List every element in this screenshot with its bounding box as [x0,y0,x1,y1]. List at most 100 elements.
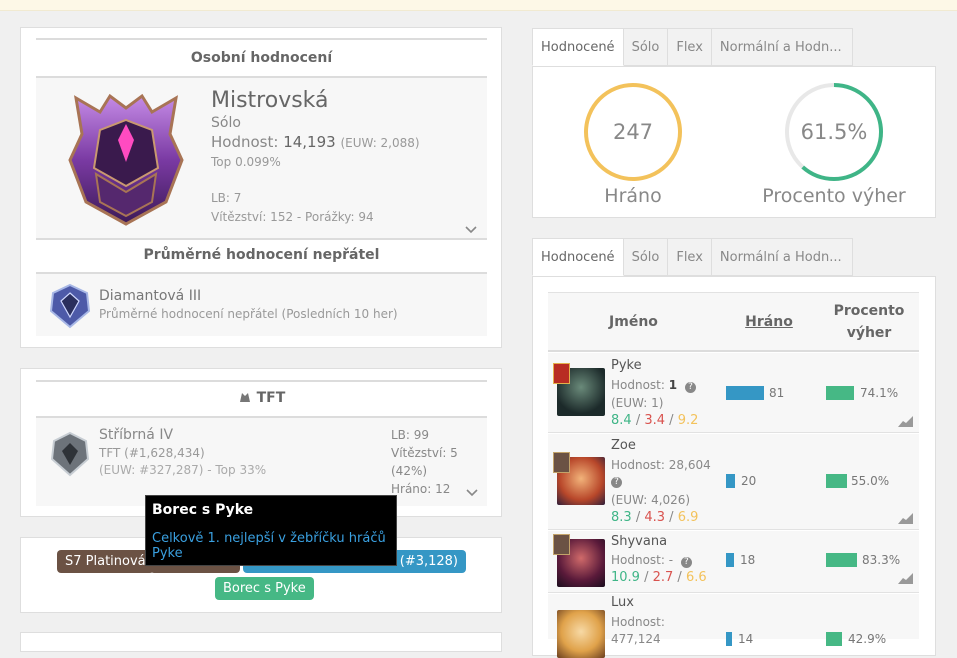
table-row[interactable]: Zoe Hodnost: 28,604 ? (EUW: 4,026) 8.3 /… [548,434,919,530]
champion-kda: 10.9 / 2.7 / 6.6 [611,570,707,585]
tft-title: TFT [36,390,487,406]
graph-icon[interactable] [898,415,913,427]
tft-title-text: TFT [256,390,286,406]
winrate-value: 61.5% [800,120,868,144]
champion-euw: (EUW: 1) [611,396,664,410]
badge-pyke[interactable]: Borec s Pyke [215,577,314,600]
badge-season7[interactable]: S7 Platinová [57,550,154,573]
tft-icon [239,393,250,402]
rank-badge-icon [553,534,570,555]
rank-badge-icon [553,452,570,473]
divider [36,380,487,382]
champion-name[interactable]: Shyvana [611,534,667,549]
col-played-header[interactable]: Hráno [719,314,819,330]
tab-solo[interactable]: Sólo [623,28,669,66]
tft-tier: Stříbrná IV [99,427,174,443]
tft-rank: TFT (#1,628,434) [99,446,205,460]
win-loss: Vítězství: 152 - Porážky: 94 [211,210,374,224]
played-bar [726,553,734,567]
tab-normal[interactable]: Normální a Hodn... [711,28,853,66]
table-row[interactable]: Lux Hodnost: 477,124 14 42.9% [548,594,919,658]
champion-kda: 8.4 / 3.4 / 9.2 [611,413,699,428]
played-count: 18 [740,553,756,567]
played-count: 81 [769,386,785,400]
winrate-bar [826,553,857,567]
col-winrate-header-1[interactable]: Procento [819,303,919,319]
played-bar [726,386,764,400]
notice-bar [0,0,957,11]
tooltip-body: Celkově 1. nejlepší v žebříčku hráčů Pyk… [152,531,386,561]
tier-name: Mistrovská [211,88,329,113]
champion-portrait-lux [557,610,605,658]
champion-name[interactable]: Lux [611,595,634,610]
champion-euw: (EUW: 4,026) [611,493,691,507]
stats-tabs: Hodnocené Sólo Flex Normální a Hodn... [532,28,853,66]
diamond-emblem-icon [49,283,91,329]
winrate-value: 83.3% [862,553,901,567]
opponents-rating-title: Průměrné hodnocení nepřátel [143,247,380,263]
leaderboard-position: LB: 7 [211,191,242,205]
tab-ranked[interactable]: Hodnocené [532,28,624,66]
winrate-bar [826,632,842,646]
tab-flex[interactable]: Flex [668,238,712,276]
tft-wins-pct: (42%) [391,464,428,478]
tab-ranked[interactable]: Hodnocené [532,238,624,276]
tft-euw: (EUW: #327,287) - Top 33% [99,463,267,477]
lp-value: 14,193 [283,133,336,151]
expand-chevron-icon[interactable] [465,225,477,235]
champion-tabs: Hodnocené Sólo Flex Normální a Hodn... [532,238,853,276]
help-icon[interactable]: ? [611,477,622,488]
graph-icon[interactable] [898,572,913,584]
table-row[interactable]: Pyke Hodnost: 1 ? (EUW: 1) 8.4 / 3.4 / 9… [548,353,919,433]
graph-icon[interactable] [898,512,913,524]
top-percent: Top 0.099% [211,155,281,169]
played-bar [726,474,735,488]
champion-kda: 8.3 / 4.3 / 6.9 [611,510,699,525]
opponents-card [36,274,487,336]
tab-normal[interactable]: Normální a Hodn... [711,238,853,276]
winrate-value: 55.0% [851,474,890,488]
winrate-value: 74.1% [860,386,899,400]
tft-lb: LB: 99 [391,428,430,442]
opponents-subtitle: Průměrné hodnocení nepřátel (Posledních … [99,307,398,321]
played-value: 247 [612,120,654,144]
divider [36,38,487,40]
winrate-bar [826,386,854,400]
champion-rank: Hodnost: 1 ? [611,376,696,394]
badge-tooltip: Borec s Pyke Celkově 1. nejlepší v žebří… [145,495,397,566]
champion-rank: Hodnost: 28,604 [611,458,711,472]
opponents-tier: Diamantová III [99,288,202,304]
tft-played: Hráno: 12 [391,482,451,496]
winrate-label: Procento výher [762,185,906,207]
lp-euw: (EUW: 2,088) [340,136,420,150]
played-bar [726,632,732,646]
next-panel [20,632,502,652]
queue-name: Sólo [211,115,241,131]
col-winrate-header-2[interactable]: výher [819,325,919,341]
lp-line: Hodnost: 14,193 (EUW: 2,088) [211,133,420,151]
help-icon[interactable]: ? [684,382,696,393]
master-emblem-icon [68,93,184,226]
lp-label: Hodnost: [211,133,279,151]
winrate-value: 42.9% [848,632,887,646]
played-label: Hráno [604,185,662,207]
divider [36,238,487,240]
champion-rank: Hodnost: - ? [611,551,692,569]
champion-name[interactable]: Pyke [611,358,642,373]
champion-rank: Hodnost: [611,615,665,629]
tab-flex[interactable]: Flex [668,28,712,66]
tooltip-title: Borec s Pyke [152,502,254,518]
col-name-header[interactable]: Jméno [548,314,719,330]
expand-chevron-icon[interactable] [466,488,478,498]
champion-name[interactable]: Zoe [611,438,636,453]
rank-badge-icon [553,363,570,384]
table-row[interactable]: Shyvana Hodnost: - ? 10.9 / 2.7 / 6.6 18… [548,531,919,593]
played-count: 20 [741,474,757,488]
champion-rank-value: 477,124 [611,632,661,646]
played-count: 14 [738,632,754,646]
tft-wins: Vítězství: 5 [391,446,458,460]
help-icon[interactable]: ? [680,557,692,568]
silver-emblem-icon [50,431,90,477]
winrate-bar [826,474,847,488]
tab-solo[interactable]: Sólo [623,238,669,276]
